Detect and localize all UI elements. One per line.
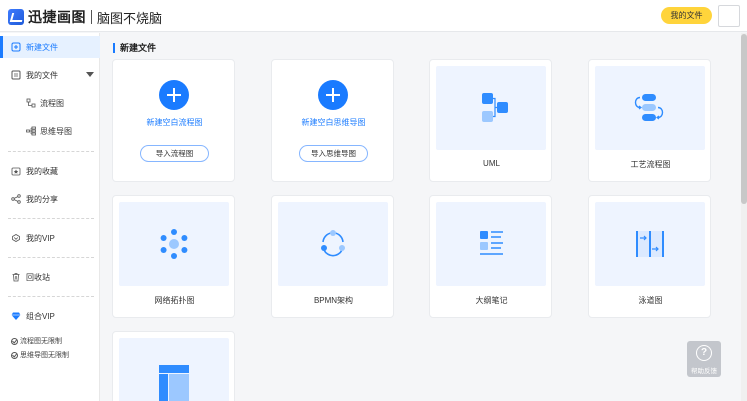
sidebar-item-label: 我的VIP — [26, 233, 55, 243]
template-card-outline-notes[interactable]: 大纲笔记 — [429, 195, 552, 318]
sidebar: 新建文件 我的文件 流程图 思维导图 我的收藏 我的分享 我的VIP 回收站 组… — [0, 33, 100, 401]
template-card-process-flow[interactable]: 工艺流程图 — [588, 59, 711, 182]
vip-note-text: 流程图无限制 — [20, 338, 62, 345]
sidebar-item-flowchart[interactable]: 流程图 — [0, 93, 100, 113]
check-icon — [11, 337, 18, 345]
template-thumbnail — [436, 202, 546, 286]
template-label: BPMN架构 — [313, 296, 354, 305]
sidebar-item-mindmap[interactable]: 思维导图 — [0, 121, 100, 141]
template-label: 大纲笔记 — [475, 296, 508, 305]
sidebar-item-new-file[interactable]: 新建文件 — [0, 36, 100, 58]
logo-divider — [91, 10, 92, 24]
template-card-network-topology[interactable]: 网络拓扑图 — [112, 195, 235, 318]
template-thumbnail — [119, 338, 229, 401]
sidebar-item-label: 流程图 — [40, 98, 64, 108]
question-icon: ? — [696, 345, 712, 361]
template-label: UML — [483, 159, 500, 168]
sidebar-item-label: 我的文件 — [26, 70, 58, 80]
uml-icon — [482, 93, 508, 122]
template-label: 泳道图 — [638, 296, 663, 305]
import-flowchart-button[interactable]: 导入流程图 — [140, 145, 209, 162]
trash-icon — [11, 272, 21, 282]
sidebar-item-combo-vip[interactable]: 组合VIP — [0, 305, 100, 327]
sidebar-item-recycle[interactable]: 回收站 — [0, 266, 100, 288]
sidebar-item-label: 我的分享 — [26, 194, 58, 204]
template-card-layout[interactable] — [112, 331, 235, 401]
network-topology-icon — [160, 229, 188, 259]
template-thumbnail — [436, 66, 546, 150]
plus-icon[interactable] — [159, 80, 189, 110]
diamond-icon — [11, 311, 21, 321]
template-card-swimlane[interactable]: 泳道图 — [588, 195, 711, 318]
plus-icon[interactable] — [318, 80, 348, 110]
share-icon — [11, 194, 21, 204]
sidebar-divider — [8, 296, 94, 297]
template-thumbnail — [119, 202, 229, 286]
template-card-uml[interactable]: UML — [429, 59, 552, 182]
app-logo[interactable]: 迅捷画图 脑图不烧脑 — [8, 7, 162, 27]
avatar[interactable] — [718, 5, 740, 27]
chevron-down-icon[interactable] — [86, 72, 94, 77]
template-label: 工艺流程图 — [630, 160, 671, 169]
sidebar-divider — [8, 257, 94, 258]
my-files-button[interactable]: 我的文件 — [661, 7, 712, 24]
mindmap-icon — [26, 126, 36, 136]
template-thumbnail — [595, 66, 705, 150]
top-header: 迅捷画图 脑图不烧脑 我的文件 — [0, 0, 747, 32]
help-feedback-label: 帮助反馈 — [691, 368, 717, 375]
template-label: 网络拓扑图 — [154, 296, 195, 305]
new-blank-mindmap-card[interactable]: 新建空白思维导图 导入思维导图 — [271, 59, 394, 182]
sidebar-item-vip[interactable]: 我的VIP — [0, 227, 100, 249]
logo-text: 迅捷画图 — [28, 9, 86, 25]
swimlane-icon — [636, 231, 664, 257]
logo-icon — [8, 9, 24, 25]
scrollbar-thumb[interactable] — [741, 34, 747, 204]
sidebar-item-label: 回收站 — [26, 272, 50, 282]
template-card-bpmn[interactable]: BPMN架构 — [271, 195, 394, 318]
layout-icon — [159, 365, 189, 401]
logo-subtitle: 脑图不烧脑 — [97, 10, 163, 26]
vip-note-text: 思维导图无限制 — [20, 352, 69, 359]
sidebar-item-label: 组合VIP — [26, 311, 55, 321]
template-thumbnail — [595, 202, 705, 286]
sidebar-divider — [8, 218, 94, 219]
flowchart-icon — [26, 98, 36, 108]
import-mindmap-button[interactable]: 导入思维导图 — [299, 145, 368, 162]
sidebar-item-label: 思维导图 — [40, 126, 72, 136]
bpmn-icon — [321, 230, 345, 257]
favorites-icon — [11, 166, 21, 176]
sidebar-item-my-files[interactable]: 我的文件 — [0, 64, 100, 86]
process-flow-icon — [634, 94, 664, 121]
sidebar-item-favorites[interactable]: 我的收藏 — [0, 160, 100, 182]
sidebar-item-share[interactable]: 我的分享 — [0, 188, 100, 210]
vip-note-flowchart: 流程图无限制 — [11, 336, 62, 346]
outline-notes-icon — [480, 231, 503, 255]
help-feedback-button[interactable]: ? 帮助反馈 — [687, 341, 721, 377]
new-file-icon — [11, 42, 21, 52]
new-blank-flowchart-link[interactable]: 新建空白流程图 — [113, 117, 236, 128]
vip-note-mindmap: 思维导图无限制 — [11, 350, 69, 360]
template-thumbnail — [278, 202, 388, 286]
sidebar-item-label: 我的收藏 — [26, 166, 58, 176]
section-title: 新建文件 — [113, 43, 156, 53]
file-list-icon — [11, 70, 21, 80]
sidebar-divider — [8, 151, 94, 152]
check-icon — [11, 351, 18, 359]
new-blank-mindmap-link[interactable]: 新建空白思维导图 — [272, 117, 395, 128]
sidebar-item-label: 新建文件 — [26, 42, 58, 52]
new-blank-flowchart-card[interactable]: 新建空白流程图 导入流程图 — [112, 59, 235, 182]
vip-icon — [11, 233, 21, 243]
